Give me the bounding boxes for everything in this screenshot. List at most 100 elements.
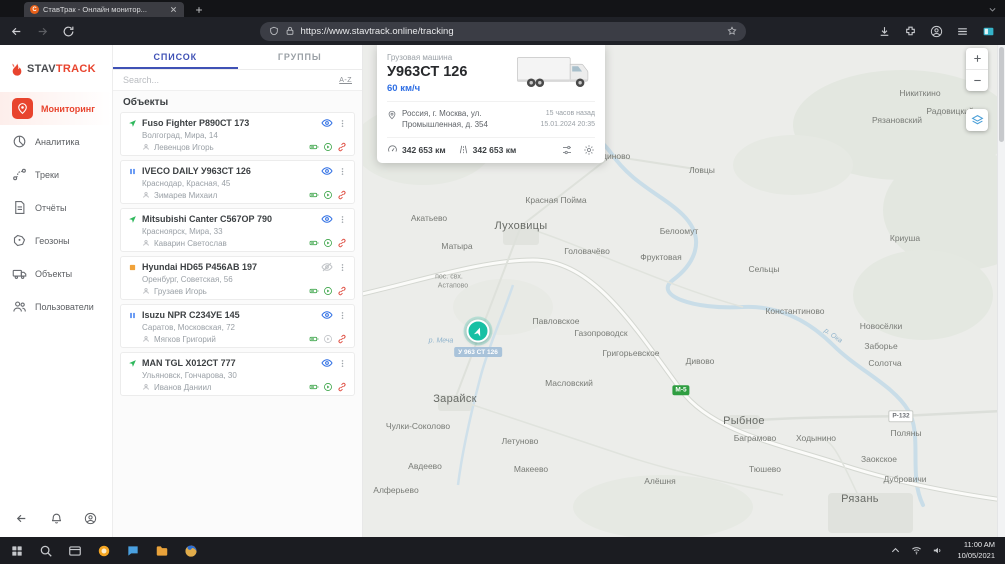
vehicle-marker-plate[interactable]: У 963 СТ 126 bbox=[454, 347, 502, 357]
bookmark-star-icon[interactable] bbox=[727, 26, 737, 36]
vehicle-name: Isuzu NPR С234УЕ 145 bbox=[142, 310, 316, 320]
vehicle-name: MAN TGL Х012СТ 777 bbox=[142, 358, 316, 368]
shield-icon[interactable] bbox=[269, 26, 279, 36]
taskbar-clock[interactable]: 11:00 AM 10/05/2021 bbox=[957, 540, 995, 562]
battery-icon bbox=[309, 142, 319, 152]
new-tab-icon[interactable] bbox=[194, 5, 204, 15]
menu-icon[interactable] bbox=[956, 25, 969, 38]
zoom-in-button[interactable] bbox=[966, 48, 988, 69]
tune-icon[interactable] bbox=[561, 144, 573, 156]
sort-button[interactable]: A-Z bbox=[339, 77, 352, 84]
chevron-up-icon[interactable] bbox=[890, 545, 901, 556]
kebab-menu-icon[interactable] bbox=[338, 310, 347, 321]
puzzle-icon[interactable] bbox=[904, 25, 917, 38]
vehicle-list-item[interactable]: Hyundai HD65 Р456АВ 197 Оренбург, Советс… bbox=[120, 256, 355, 300]
connection-icon bbox=[337, 238, 347, 248]
download-icon[interactable] bbox=[878, 25, 891, 38]
minus-icon bbox=[972, 75, 983, 86]
scrollbar-thumb[interactable] bbox=[999, 47, 1004, 142]
analytics-icon bbox=[12, 134, 27, 149]
panel-tab[interactable]: СПИСОК bbox=[113, 45, 238, 69]
page-scrollbar[interactable] bbox=[997, 45, 1005, 537]
connection-icon bbox=[337, 382, 347, 392]
folder-icon[interactable] bbox=[155, 544, 169, 558]
reload-button[interactable] bbox=[62, 25, 75, 38]
tab-close-icon[interactable] bbox=[169, 5, 178, 14]
vehicle-list-item[interactable]: Mitsubishi Canter С567ОР 790 Красноярск,… bbox=[120, 208, 355, 252]
eye-icon[interactable] bbox=[321, 213, 333, 225]
back-icon[interactable] bbox=[15, 512, 28, 525]
driver-icon bbox=[142, 335, 150, 343]
tracks-icon bbox=[12, 167, 27, 182]
sidebar-item[interactable]: Геозоны bbox=[0, 224, 112, 257]
kebab-menu-icon[interactable] bbox=[338, 118, 347, 129]
forward-button[interactable] bbox=[36, 25, 49, 38]
logo-flame-icon bbox=[8, 60, 24, 78]
panels-icon[interactable] bbox=[982, 25, 995, 38]
zoom-out-button[interactable] bbox=[966, 70, 988, 91]
sidebar: STAVTRACK Мониторинг Аналитика Треки bbox=[0, 45, 113, 537]
vehicle-driver: Зимарев Михаил bbox=[154, 191, 305, 200]
vehicle-list-item[interactable]: Isuzu NPR С234УЕ 145 Саратов, Московская… bbox=[120, 304, 355, 348]
sidebar-item[interactable]: Аналитика bbox=[0, 125, 112, 158]
kebab-menu-icon[interactable] bbox=[338, 166, 347, 177]
vehicle-status-icon bbox=[128, 167, 137, 176]
last-update-time: 15 часов назад 15.01.2024 20:35 bbox=[541, 109, 596, 131]
software-icon[interactable] bbox=[97, 544, 111, 558]
volume-icon[interactable] bbox=[932, 545, 943, 556]
objects-panel: СПИСОКГРУППЫ A-Z Объекты Fuso Fighter Р8… bbox=[113, 45, 363, 537]
eye-icon[interactable] bbox=[321, 165, 333, 177]
search-input[interactable] bbox=[123, 75, 333, 85]
search-icon[interactable] bbox=[39, 544, 53, 558]
wifi-icon[interactable] bbox=[911, 545, 922, 556]
eye-off-icon[interactable] bbox=[321, 261, 333, 273]
profile-icon[interactable] bbox=[84, 512, 97, 525]
url-text[interactable]: https://www.stavtrack.online/tracking bbox=[301, 26, 721, 37]
back-button[interactable] bbox=[10, 25, 23, 38]
sidebar-item[interactable]: Треки bbox=[0, 158, 112, 191]
map-layers-button[interactable] bbox=[966, 109, 988, 131]
launcher-icon[interactable] bbox=[10, 544, 24, 558]
sidebar-nav: Мониторинг Аналитика Треки Отчёты Геозон… bbox=[0, 92, 112, 323]
eye-icon[interactable] bbox=[321, 117, 333, 129]
vehicle-marker[interactable] bbox=[467, 320, 490, 343]
ignition-icon bbox=[323, 142, 333, 152]
battery-icon bbox=[309, 382, 319, 392]
vehicle-list-item[interactable]: MAN TGL Х012СТ 777 Ульяновск, Гончарова,… bbox=[120, 352, 355, 396]
url-bar[interactable]: https://www.stavtrack.online/tracking bbox=[260, 22, 746, 41]
sidebar-item[interactable]: Мониторинг bbox=[0, 92, 112, 125]
odometer-icon bbox=[458, 144, 469, 155]
chat-icon[interactable] bbox=[126, 544, 140, 558]
battery-icon bbox=[309, 286, 319, 296]
browser-tab[interactable]: C СтавТрак - Онлайн монитор... bbox=[24, 2, 184, 17]
vehicle-list-item[interactable]: IVECO DAILY У963СТ 126 Краснодар, Красна… bbox=[120, 160, 355, 204]
battery-icon bbox=[309, 238, 319, 248]
gear-icon[interactable] bbox=[583, 144, 595, 156]
sidebar-item[interactable]: Пользователи bbox=[0, 290, 112, 323]
vehicle-status-icon bbox=[128, 311, 137, 320]
kebab-menu-icon[interactable] bbox=[338, 262, 347, 273]
sidebar-footer bbox=[0, 502, 112, 537]
kebab-menu-icon[interactable] bbox=[338, 358, 347, 369]
bell-icon[interactable] bbox=[50, 512, 63, 525]
eye-icon[interactable] bbox=[321, 357, 333, 369]
sidebar-item[interactable]: Отчёты bbox=[0, 191, 112, 224]
taskbar: 11:00 AM 10/05/2021 bbox=[0, 537, 1005, 564]
map-canvas[interactable]: НикиткиноРязановскийРадовицкийСергиевски… bbox=[363, 45, 997, 537]
panel-tab[interactable]: ГРУППЫ bbox=[238, 45, 363, 69]
sidebar-item-label: Отчёты bbox=[35, 203, 66, 213]
connection-icon bbox=[337, 142, 347, 152]
vehicle-status-icon bbox=[128, 359, 137, 368]
sidebar-item[interactable]: Объекты bbox=[0, 257, 112, 290]
vehicle-name: Fuso Fighter Р890СТ 173 bbox=[142, 118, 316, 128]
tab-list-chevron-icon[interactable] bbox=[988, 5, 997, 14]
profile-icon[interactable] bbox=[930, 25, 943, 38]
map-zoom-controls bbox=[966, 48, 988, 91]
kebab-menu-icon[interactable] bbox=[338, 214, 347, 225]
eye-icon[interactable] bbox=[321, 309, 333, 321]
sidebar-item-label: Объекты bbox=[35, 269, 72, 279]
files-icon[interactable] bbox=[68, 544, 82, 558]
clock-time: 11:00 AM bbox=[957, 540, 995, 551]
firefox-icon[interactable] bbox=[184, 544, 198, 558]
vehicle-list-item[interactable]: Fuso Fighter Р890СТ 173 Волгоград, Мира,… bbox=[120, 112, 355, 156]
